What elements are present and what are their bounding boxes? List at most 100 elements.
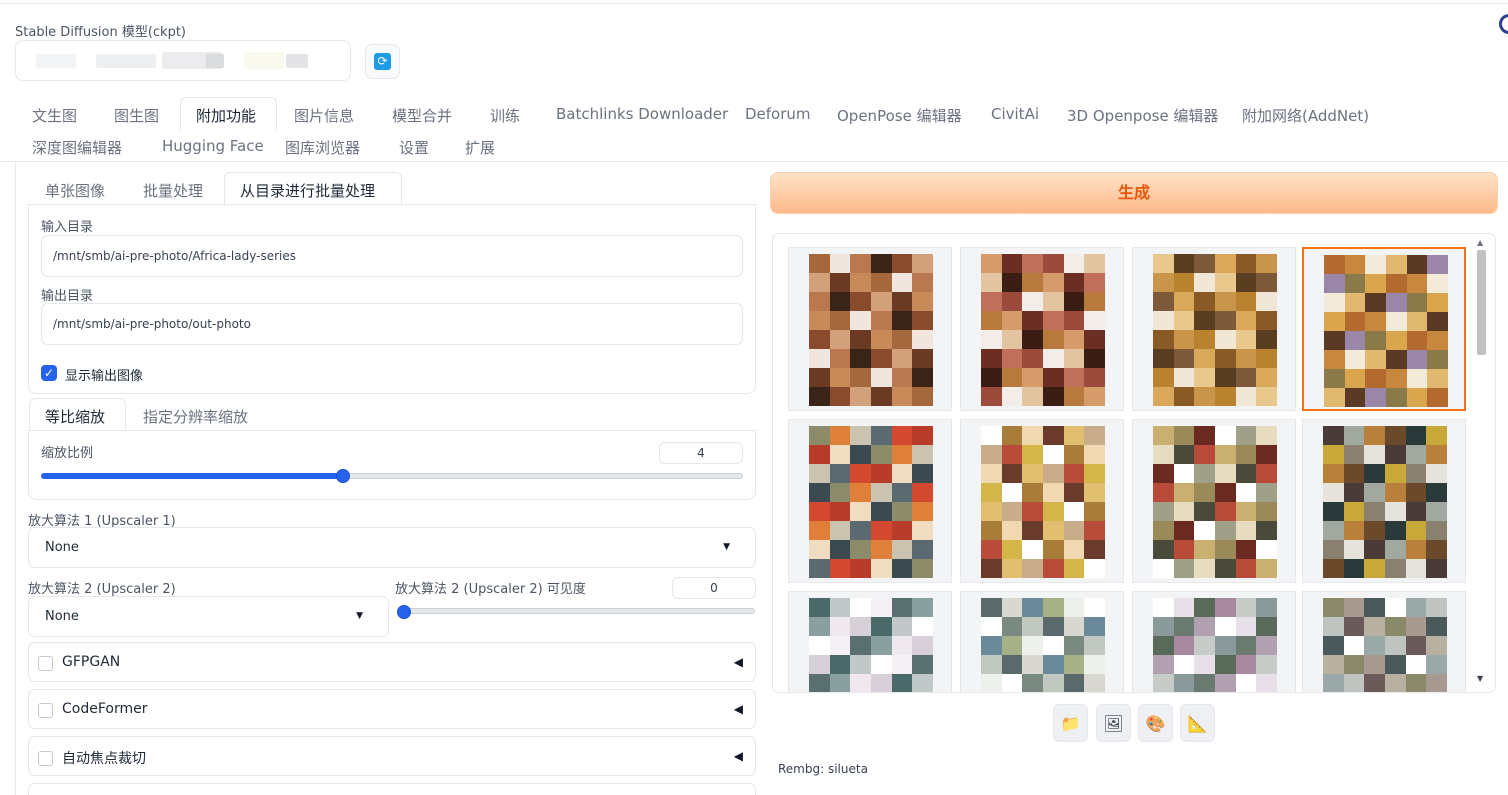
output-gallery[interactable]	[772, 233, 1496, 693]
upscaler1-dropdown[interactable]: None ▼	[28, 527, 756, 568]
gallery-thumbnail[interactable]	[1302, 419, 1466, 583]
chevron-down-icon: ▼	[356, 611, 363, 621]
input-dir-field[interactable]: /mnt/smb/ai-pre-photo/Africa-lady-series	[41, 235, 743, 277]
chevron-down-icon: ▼	[723, 542, 730, 552]
gallery-thumbnail[interactable]	[960, 591, 1124, 692]
thumbnail-mosaic	[981, 426, 1105, 578]
scroll-up-icon[interactable]: ▲	[1477, 238, 1483, 247]
next-accordion-partial[interactable]	[28, 783, 756, 795]
show-output-label: 显示输出图像	[65, 369, 144, 384]
tab-scale-by[interactable]: 等比缩放	[45, 406, 105, 427]
thumbnail-mosaic	[809, 254, 933, 406]
scale-slider-thumb[interactable]	[335, 469, 350, 483]
collapse-arrow-icon[interactable]: ◀	[734, 749, 743, 763]
tab-hugging-face[interactable]: Hugging Face	[162, 137, 264, 155]
scale-slider-fill	[41, 473, 343, 479]
codeformer-label: CodeFormer	[62, 701, 148, 717]
send-to-inpaint-button[interactable]: 🎨	[1138, 704, 1173, 742]
auto-focal-crop-accordion[interactable]: 自动焦点裁切 ◀	[28, 736, 756, 776]
output-dir-field[interactable]: /mnt/smb/ai-pre-photo/out-photo	[41, 303, 743, 345]
upscaler2-visibility-thumb[interactable]	[397, 605, 411, 619]
gallery-thumbnail[interactable]	[960, 419, 1124, 583]
scale-group	[28, 430, 756, 500]
thumbnail-mosaic	[981, 598, 1105, 692]
thumbnail-mosaic	[1153, 598, 1277, 692]
send-to-extras-button[interactable]: 📐	[1180, 704, 1215, 742]
ruler-icon: 📐	[1187, 713, 1208, 733]
subtab-single-image[interactable]: 单张图像	[45, 180, 105, 201]
upscaler2-label: 放大算法 2 (Upscaler 2)	[28, 582, 176, 597]
upscaler2-visibility-track[interactable]	[398, 608, 755, 614]
gallery-thumbnail[interactable]	[788, 247, 952, 411]
rembg-status: Rembg: silueta	[778, 762, 868, 776]
auto-focal-crop-label: 自动焦点裁切	[62, 751, 146, 767]
tab-civitai[interactable]: CivitAi	[991, 105, 1039, 123]
tab-image-browser[interactable]: 图库浏览器	[285, 137, 360, 158]
tab-depth-editor[interactable]: 深度图编辑器	[32, 137, 122, 158]
gallery-thumbnail[interactable]	[1302, 591, 1466, 692]
gallery-scroll-thumb[interactable]	[1477, 250, 1486, 355]
tab-train[interactable]: 训练	[490, 105, 520, 126]
thumbnail-mosaic	[1324, 255, 1448, 407]
input-dir-label: 输入目录	[41, 220, 94, 235]
gallery-scrollbar[interactable]: ▲ ▼	[1475, 238, 1487, 688]
tab-scale-to[interactable]: 指定分辨率缩放	[143, 406, 248, 427]
upscaler2-dropdown[interactable]: None ▼	[28, 596, 389, 637]
tab-settings[interactable]: 设置	[399, 137, 429, 158]
corner-logo-icon	[1499, 14, 1508, 34]
tab-openpose-editor[interactable]: OpenPose 编辑器	[837, 105, 962, 126]
gallery-thumbnail[interactable]	[960, 247, 1124, 411]
show-output-checkbox[interactable]: ✓	[41, 365, 57, 381]
tab-3d-openpose[interactable]: 3D Openpose 编辑器	[1067, 105, 1218, 126]
gallery-thumbnail[interactable]	[788, 591, 952, 692]
tab-addnet[interactable]: 附加网络(AddNet)	[1242, 105, 1369, 126]
model-dropdown[interactable]	[15, 40, 351, 81]
refresh-model-button[interactable]: ⟳	[365, 44, 400, 79]
tab-deforum[interactable]: Deforum	[745, 105, 811, 123]
gallery-thumbnail[interactable]	[1132, 591, 1296, 692]
upscaler1-value: None	[45, 540, 79, 555]
auto-focal-crop-checkbox[interactable]	[38, 751, 53, 766]
codeformer-accordion[interactable]: CodeFormer ◀	[28, 689, 756, 729]
gfpgan-accordion[interactable]: GFPGAN ◀	[28, 642, 756, 682]
upscaler2-value: None	[45, 609, 79, 624]
thumbnail-mosaic	[1323, 598, 1447, 692]
codeformer-checkbox[interactable]	[38, 703, 53, 718]
gallery-thumbnail[interactable]	[1132, 419, 1296, 583]
collapse-arrow-icon[interactable]: ◀	[734, 702, 743, 716]
tab-batchlinks[interactable]: Batchlinks Downloader	[556, 105, 728, 123]
model-label: Stable Diffusion 模型(ckpt)	[15, 25, 187, 40]
tab-extras[interactable]: 附加功能	[196, 105, 256, 126]
folder-icon: 📁	[1060, 713, 1081, 733]
gallery-thumbnail[interactable]	[788, 419, 952, 583]
send-to-img2img-button[interactable]: 🖼	[1096, 704, 1131, 742]
palette-icon: 🎨	[1145, 713, 1166, 733]
subtab-batch-from-directory[interactable]: 从目录进行批量处理	[240, 180, 375, 201]
top-divider	[0, 3, 1508, 4]
collapse-arrow-icon[interactable]: ◀	[734, 655, 743, 669]
gallery-thumbnail[interactable]	[1132, 247, 1296, 411]
scroll-down-icon[interactable]: ▼	[1477, 674, 1483, 683]
gfpgan-checkbox[interactable]	[38, 656, 53, 671]
thumbnail-mosaic	[1153, 426, 1277, 578]
tab-png-info[interactable]: 图片信息	[294, 105, 354, 126]
tab-img2img[interactable]: 图生图	[114, 105, 159, 126]
scale-number-input[interactable]: 4	[659, 442, 743, 464]
thumbnail-mosaic	[1153, 254, 1277, 406]
tab-checkpoint-merger[interactable]: 模型合并	[392, 105, 452, 126]
refresh-icon: ⟳	[374, 53, 391, 70]
image-icon: 🖼	[1103, 713, 1124, 733]
upscaler2-visibility-label: 放大算法 2 (Upscaler 2) 可见度	[395, 582, 586, 597]
thumbnail-mosaic	[1323, 426, 1447, 578]
gallery-thumbnail[interactable]	[1302, 247, 1466, 411]
output-dir-label: 输出目录	[41, 289, 94, 304]
tab-extensions[interactable]: 扩展	[465, 137, 495, 158]
thumbnail-mosaic	[981, 254, 1105, 406]
generate-button[interactable]: 生成	[770, 172, 1498, 214]
tab-txt2img[interactable]: 文生图	[32, 105, 77, 126]
upscaler2-visibility-input[interactable]: 0	[672, 577, 756, 599]
thumbnail-mosaic	[809, 426, 933, 578]
thumbnail-mosaic	[809, 598, 933, 692]
subtab-batch-process[interactable]: 批量处理	[143, 180, 203, 201]
open-folder-button[interactable]: 📁	[1053, 704, 1088, 742]
